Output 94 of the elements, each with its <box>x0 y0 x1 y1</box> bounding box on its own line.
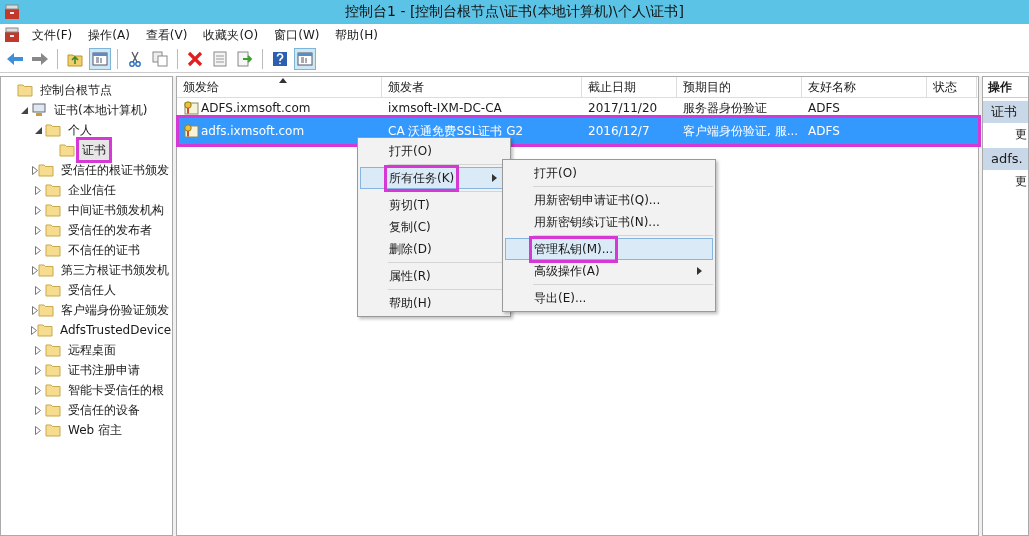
folder-icon <box>37 323 53 337</box>
collapse-arrow-icon[interactable] <box>34 126 42 134</box>
tree-item[interactable]: 中间证书颁发机构 <box>65 200 167 220</box>
expand-arrow-icon[interactable] <box>35 185 41 195</box>
action-link[interactable]: 更 <box>983 170 1028 192</box>
expand-arrow-icon[interactable] <box>35 345 41 355</box>
tree-item[interactable]: 客户端身份验证颁发 <box>58 300 172 320</box>
expand-arrow-icon[interactable] <box>35 425 41 435</box>
tree-item[interactable]: Web 宿主 <box>65 420 125 440</box>
window-title: 控制台1 - [控制台根节点\证书(本地计算机)\个人\证书] <box>344 3 685 21</box>
submenu-arrow-icon <box>697 267 702 275</box>
menu-item[interactable]: 用新密钥申请证书(Q)... <box>505 189 713 211</box>
table-cell: ADFS <box>808 101 840 115</box>
table-cell: CA 沃通免费SSL证书 G2 <box>388 122 524 140</box>
tree-item[interactable]: 受信任的设备 <box>65 400 143 420</box>
table-cell: 客户端身份验证, 服... <box>683 122 799 140</box>
folder-icon <box>17 83 33 97</box>
actions-section-header[interactable]: 证书 <box>983 101 1028 123</box>
folder-icon <box>59 143 75 157</box>
menu-bar-item[interactable]: 帮助(H) <box>327 26 386 44</box>
folder-icon <box>45 423 61 437</box>
expand-arrow-icon[interactable] <box>31 165 38 175</box>
folder-icon <box>45 123 61 137</box>
expand-arrow-icon[interactable] <box>35 285 41 295</box>
folder-icon <box>45 343 61 357</box>
table-cell: ixmsoft-IXM-DC-CA <box>388 101 502 115</box>
toolbox-icon <box>4 4 20 20</box>
expand-arrow-icon[interactable] <box>31 325 37 335</box>
expand-arrow-icon[interactable] <box>35 405 41 415</box>
folder-icon <box>38 303 54 317</box>
folder-icon <box>45 283 61 297</box>
certificate-icon <box>183 100 199 116</box>
table-cell: 2016/12/7 <box>588 124 650 138</box>
tree-item[interactable]: 远程桌面 <box>65 340 119 360</box>
tree-item[interactable]: 证书 <box>79 140 109 160</box>
tree-item[interactable]: 受信任的发布者 <box>65 220 155 240</box>
expand-arrow-icon[interactable] <box>35 245 41 255</box>
column-header[interactable]: 截止日期 <box>582 77 677 97</box>
menu-bar-item[interactable]: 操作(A) <box>80 26 138 44</box>
folder-icon <box>45 363 61 377</box>
table-cell: ADFS.ixmsoft.com <box>201 101 311 115</box>
expand-arrow-icon[interactable] <box>35 365 41 375</box>
tree-item[interactable]: 证书(本地计算机) <box>51 100 151 120</box>
computer-certificate-icon <box>31 103 47 117</box>
tree-item[interactable]: 证书注册申请 <box>65 360 143 380</box>
action-link[interactable]: 更 <box>983 123 1028 145</box>
expand-arrow-icon[interactable] <box>31 265 38 275</box>
menu-bar-item[interactable]: 窗口(W) <box>266 26 328 44</box>
expand-arrow-icon[interactable] <box>31 305 38 315</box>
menu-bar-item[interactable]: 收藏夹(O) <box>195 26 267 44</box>
folder-icon <box>38 263 54 277</box>
sort-arrow-icon <box>279 78 287 83</box>
folder-icon <box>45 403 61 417</box>
tree-item[interactable]: 控制台根节点 <box>37 80 115 100</box>
expand-arrow-icon[interactable] <box>35 385 41 395</box>
folder-icon <box>45 243 61 257</box>
expand-arrow-icon[interactable] <box>35 205 41 215</box>
menu-item[interactable]: 导出(E)... <box>505 287 713 309</box>
table-row[interactable]: ADFS.ixmsoft.com ixmsoft-IXM-DC-CA 2017/11/20 服务器身份验证 ADFS <box>179 98 978 118</box>
actions-section-header[interactable]: adfs. <box>983 148 1028 170</box>
table-cell: ADFS <box>808 124 840 138</box>
folder-icon <box>45 383 61 397</box>
tree-item[interactable]: AdfsTrustedDevice <box>57 320 172 340</box>
menu-item[interactable]: 高级操作(A) <box>505 260 713 282</box>
submenu-arrow-icon <box>492 174 497 182</box>
toolbox-icon[interactable] <box>4 27 20 43</box>
actions-header: 操作 <box>983 77 1028 98</box>
column-header[interactable]: 颁发给 <box>177 77 382 97</box>
column-header[interactable]: 颁发者 <box>382 77 582 97</box>
table-cell: 服务器身份验证 <box>683 99 767 117</box>
menu-item[interactable]: 打开(O) <box>505 162 713 184</box>
tree-item[interactable]: 受信任的根证书颁发 <box>58 160 172 180</box>
column-header[interactable]: 预期目的 <box>677 77 802 97</box>
menu-bar-item[interactable]: 查看(V) <box>137 26 196 44</box>
collapse-arrow-icon[interactable] <box>20 106 28 114</box>
column-header[interactable]: 状态 <box>927 77 977 97</box>
folder-icon <box>45 203 61 217</box>
menu-bar-item[interactable]: 文件(F) <box>24 26 81 44</box>
table-cell: adfs.ixmsoft.com <box>201 124 305 138</box>
tree-item[interactable]: 受信任人 <box>65 280 119 300</box>
tree-item[interactable]: 个人 <box>65 120 95 140</box>
tree-item[interactable]: 第三方根证书颁发机 <box>58 260 172 280</box>
folder-icon <box>38 163 54 177</box>
table-cell: 2017/11/20 <box>588 101 658 115</box>
tree-item[interactable]: 不信任的证书 <box>65 240 143 260</box>
tree-item[interactable]: 企业信任 <box>65 180 119 200</box>
menu-item[interactable]: 管理私钥(M)... <box>505 238 713 260</box>
menu-item[interactable]: 用新密钥续订证书(N)... <box>505 211 713 233</box>
column-header[interactable]: 友好名称 <box>802 77 927 97</box>
certificate-icon <box>183 123 199 139</box>
tree-item[interactable]: 智能卡受信任的根 <box>65 380 167 400</box>
folder-icon <box>45 183 61 197</box>
expand-arrow-icon[interactable] <box>35 225 41 235</box>
folder-icon <box>45 223 61 237</box>
